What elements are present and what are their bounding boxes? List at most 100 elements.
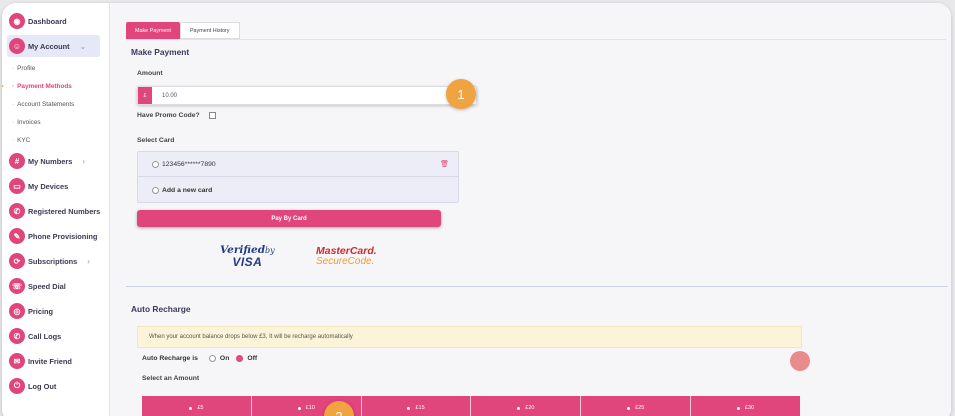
card-radio[interactable] bbox=[152, 160, 159, 168]
on-radio[interactable] bbox=[208, 355, 216, 362]
sidebar-item-my-numbers[interactable]: # My Numbers › bbox=[9, 151, 85, 171]
sidebar-item-label: Invite Friend bbox=[28, 356, 72, 366]
sidebar-item-invite-friend[interactable]: ✉ Invite Friend bbox=[9, 351, 72, 371]
pricing-icon: ◎ bbox=[9, 303, 25, 319]
auto-recharge-off-option[interactable]: Off bbox=[236, 355, 257, 362]
phone-icon: ✆ bbox=[9, 203, 25, 219]
sidebar-item-phone-provisioning[interactable]: ✎ Phone Provisioning bbox=[9, 226, 97, 246]
trash-icon[interactable]: 🗑 bbox=[440, 160, 449, 168]
sidebar-item-label: Dashboard bbox=[28, 16, 67, 26]
section-divider bbox=[126, 286, 948, 287]
amount-option-label: £30 bbox=[744, 405, 755, 411]
active-page-marker-icon bbox=[2, 83, 4, 89]
tab-make-payment[interactable]: Make Payment bbox=[126, 22, 180, 39]
amount-option-5[interactable]: £5 bbox=[142, 396, 252, 416]
sidebar-item-label: Subscriptions bbox=[28, 256, 78, 266]
tab-payment-history[interactable]: Payment History bbox=[179, 22, 240, 39]
sidebar-item-label: My Numbers bbox=[28, 156, 73, 166]
logout-icon: ⏻ bbox=[9, 378, 25, 394]
device-icon: ▭ bbox=[9, 178, 25, 194]
chevron-right-icon: › bbox=[82, 156, 86, 166]
promo-code-row: Have Promo Code? bbox=[137, 112, 216, 119]
add-card-row[interactable]: Add a new card bbox=[138, 178, 458, 203]
amount-option-20[interactable]: £20 bbox=[471, 396, 582, 416]
off-radio[interactable] bbox=[236, 355, 244, 362]
amount-field[interactable]: £ 10.00 bbox=[137, 86, 477, 105]
amount-option-label: £15 bbox=[415, 405, 425, 411]
sidebar-item-label: My Account bbox=[28, 41, 70, 51]
sidebar-item-label: Registered Numbers bbox=[28, 206, 101, 216]
securecode-logo-text: SecureCode. bbox=[316, 255, 375, 267]
tab-bar: Make Payment Payment History bbox=[126, 22, 240, 39]
saved-card-row[interactable]: 123456******7890 🗑 bbox=[138, 152, 458, 177]
sidebar-item-call-logs[interactable]: ✆ Call Logs bbox=[9, 326, 61, 346]
sidebar-item-speed-dial[interactable]: ☏ Speed Dial bbox=[9, 276, 66, 296]
sidebar-subitem-label: Invoices bbox=[17, 119, 41, 126]
hash-icon: # bbox=[9, 153, 25, 169]
user-icon: ☺ bbox=[9, 38, 25, 54]
tab-divider bbox=[126, 39, 946, 40]
auto-recharge-on-option[interactable]: On bbox=[208, 355, 230, 362]
pay-by-card-button[interactable]: Pay By Card bbox=[137, 210, 441, 227]
card-list: 123456******7890 🗑 Add a new card bbox=[137, 151, 459, 203]
sidebar-item-label: Pricing bbox=[28, 306, 54, 316]
currency-symbol: £ bbox=[138, 87, 152, 104]
sidebar-subitem-invoices[interactable]: · Invoices bbox=[12, 119, 41, 126]
sidebar: ◉ Dashboard ☺ My Account ⌄ · Profile · Pay… bbox=[2, 3, 110, 416]
auto-recharge-title: Auto Recharge bbox=[131, 304, 191, 314]
amount-label: Amount bbox=[137, 70, 163, 77]
amount-option-label: £5 bbox=[197, 405, 204, 411]
auto-recharge-toggle-row: Auto Recharge is On Off bbox=[142, 355, 257, 362]
amount-input[interactable]: 10.00 bbox=[152, 87, 476, 104]
add-card-label: Add a new card bbox=[162, 187, 213, 194]
visa-logo-word: VISA bbox=[232, 254, 263, 269]
sidebar-item-label: My Devices bbox=[28, 181, 69, 191]
sidebar-item-label: Speed Dial bbox=[28, 281, 66, 291]
sidebar-item-pricing[interactable]: ◎ Pricing bbox=[9, 301, 53, 321]
sidebar-item-subscriptions[interactable]: ⟳ Subscriptions › bbox=[9, 251, 90, 271]
mastercard-securecode-logo: MasterCard. SecureCode. bbox=[316, 246, 377, 267]
make-payment-title: Make Payment bbox=[131, 47, 190, 57]
click-indicator-icon bbox=[790, 351, 810, 371]
call-log-icon: ✆ bbox=[9, 328, 25, 344]
amount-option-15[interactable]: £15 bbox=[361, 396, 472, 416]
on-label: On bbox=[219, 355, 230, 362]
amount-option-label: £10 bbox=[305, 405, 315, 411]
select-card-label: Select Card bbox=[137, 137, 175, 144]
sidebar-item-my-devices[interactable]: ▭ My Devices bbox=[9, 176, 68, 196]
sidebar-subitem-kyc[interactable]: · KYC bbox=[12, 137, 30, 144]
visa-logo-by: by bbox=[265, 246, 275, 255]
sidebar-subitem-label: Profile bbox=[17, 65, 36, 72]
invite-icon: ✉ bbox=[9, 353, 25, 369]
amount-option-30[interactable]: £30 bbox=[691, 396, 800, 416]
sidebar-subitem-profile[interactable]: · Profile bbox=[12, 65, 35, 72]
amount-option-25[interactable]: £25 bbox=[581, 396, 692, 416]
card-number: 123456******7890 bbox=[162, 160, 216, 168]
sidebar-subitem-label: KYC bbox=[17, 137, 31, 144]
amount-option-label: £25 bbox=[635, 405, 645, 411]
sidebar-item-dashboard[interactable]: ◉ Dashboard bbox=[9, 11, 67, 31]
mastercard-logo-text: MasterCard. bbox=[316, 245, 377, 257]
main-content: Make Payment Payment History Make Paymen… bbox=[110, 3, 951, 416]
off-label: Off bbox=[247, 355, 258, 362]
sidebar-subitem-payment-methods[interactable]: · Payment Methods bbox=[12, 83, 72, 90]
sidebar-item-log-out[interactable]: ⏻ Log Out bbox=[9, 376, 56, 396]
add-card-radio[interactable] bbox=[152, 187, 159, 194]
sidebar-item-registered-numbers[interactable]: ✆ Registered Numbers bbox=[9, 201, 100, 221]
sidebar-subitem-label: Account Statements bbox=[17, 101, 75, 108]
wrench-icon: ✎ bbox=[9, 228, 25, 244]
sidebar-item-my-account[interactable]: ☺ My Account ⌄ bbox=[7, 35, 100, 57]
recharge-amount-options: £5 £10 £15 £20 £25 £30 bbox=[142, 396, 800, 416]
sidebar-item-label: Call Logs bbox=[28, 331, 62, 341]
auto-recharge-status-label: Auto Recharge is bbox=[142, 355, 198, 362]
sidebar-subitem-account-statements[interactable]: · Account Statements bbox=[12, 101, 74, 108]
verified-by-visa-logo: Verifiedby VISA bbox=[220, 245, 275, 268]
chevron-down-icon: ⌄ bbox=[79, 41, 87, 51]
sidebar-item-label: Phone Provisioning bbox=[28, 231, 98, 241]
chevron-right-icon: › bbox=[87, 256, 90, 266]
promo-code-checkbox[interactable] bbox=[208, 112, 216, 119]
amount-option-label: £20 bbox=[525, 405, 535, 411]
subscriptions-icon: ⟳ bbox=[9, 253, 25, 269]
sidebar-item-label: Log Out bbox=[28, 381, 57, 391]
sidebar-subitem-label: Payment Methods bbox=[17, 83, 72, 90]
